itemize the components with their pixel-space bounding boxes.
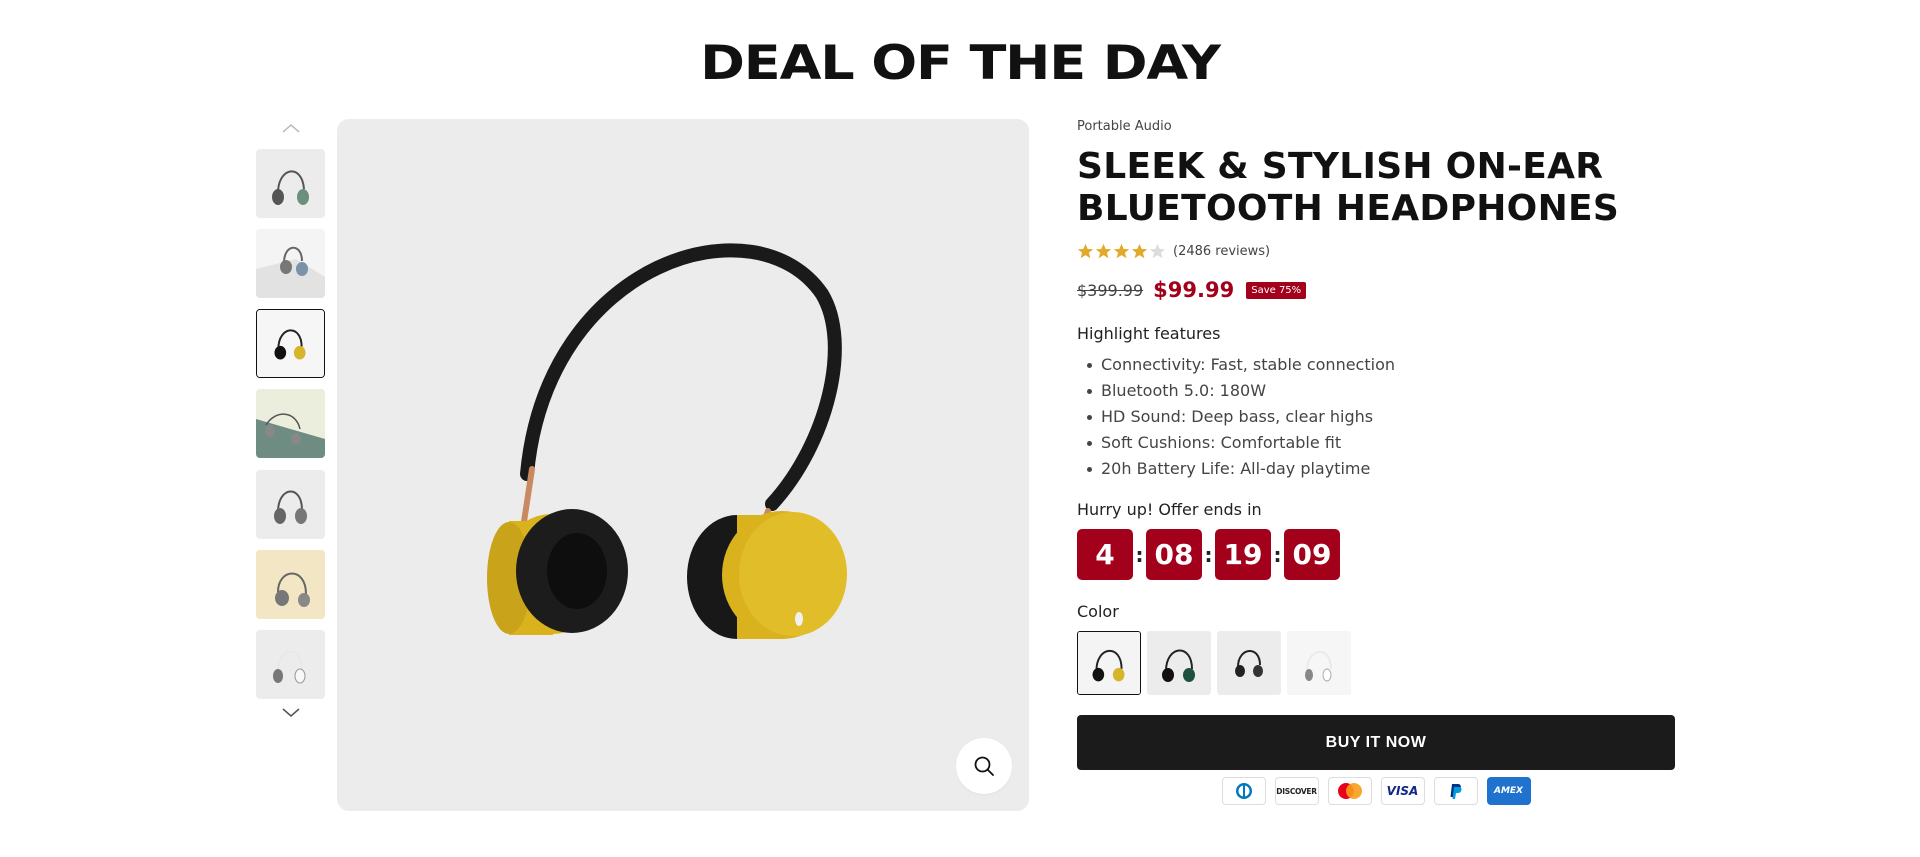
countdown-minutes: 19 <box>1215 529 1271 580</box>
rating-stars <box>1077 243 1167 260</box>
amex-label: AMEX <box>1493 786 1523 796</box>
thumbnail-4[interactable] <box>256 389 325 458</box>
features-list: Connectivity: Fast, stable connection Bl… <box>1087 352 1675 482</box>
deal-of-the-day-section: DEAL OF THE DAY Portable Audio SLEEK & S… <box>0 0 1920 857</box>
buy-it-now-button[interactable]: BUY IT NOW <box>1077 715 1675 770</box>
countdown-separator: : <box>1273 542 1282 567</box>
product-vendor[interactable]: Portable Audio <box>1077 119 1675 134</box>
star-icon <box>1113 243 1130 258</box>
visa-label: VISA <box>1386 784 1419 798</box>
payment-icons: DISCOVER VISA AMEX <box>1077 777 1675 805</box>
countdown-label: Hurry up! Offer ends in <box>1077 500 1262 519</box>
countdown-days: 4 <box>1077 529 1133 580</box>
countdown-seconds: 09 <box>1284 529 1340 580</box>
thumbnail-7[interactable] <box>256 630 325 699</box>
countdown-separator: : <box>1204 542 1213 567</box>
sale-price: $99.99 <box>1153 278 1235 302</box>
section-title: DEAL OF THE DAY <box>700 36 1221 91</box>
review-count: (2486 reviews) <box>1173 243 1271 259</box>
search-icon <box>974 756 994 776</box>
product-info: Portable Audio SLEEK & STYLISH ON-EAR BL… <box>1077 119 1675 805</box>
feature-item: Bluetooth 5.0: 180W <box>1087 378 1675 404</box>
countdown-hours: 08 <box>1146 529 1202 580</box>
swatch-black[interactable] <box>1217 631 1281 695</box>
diners-club-icon <box>1221 777 1266 805</box>
chevron-up-icon[interactable] <box>280 121 302 135</box>
countdown-timer: 4 : 08 : 19 : 09 <box>1077 529 1675 580</box>
swatch-green[interactable] <box>1147 631 1211 695</box>
headphones-image <box>487 243 847 639</box>
discover-icon: DISCOVER <box>1274 777 1319 805</box>
features-heading: Highlight features <box>1077 324 1221 343</box>
star-icon <box>1077 243 1094 258</box>
paypal-icon <box>1433 777 1478 805</box>
compare-price: $399.99 <box>1077 280 1144 300</box>
color-label: Color <box>1077 602 1119 621</box>
save-badge: Save 75% <box>1246 281 1307 299</box>
amex-icon: AMEX <box>1486 777 1531 805</box>
star-icon <box>1131 243 1148 258</box>
thumbnail-1[interactable] <box>256 149 325 218</box>
color-swatches <box>1077 631 1675 695</box>
thumbnail-3[interactable] <box>256 309 325 378</box>
star-empty-icon <box>1149 243 1166 258</box>
thumbnail-2[interactable] <box>256 229 325 298</box>
countdown-separator: : <box>1135 542 1144 567</box>
product-rating[interactable]: (2486 reviews) <box>1077 242 1675 260</box>
feature-item: HD Sound: Deep bass, clear highs <box>1087 404 1675 430</box>
main-product-image[interactable] <box>337 119 1029 811</box>
chevron-down-icon[interactable] <box>280 706 302 720</box>
swatch-white[interactable] <box>1287 631 1351 695</box>
thumbnail-5[interactable] <box>256 470 325 539</box>
product-title: SLEEK & STYLISH ON-EAR BLUETOOTH HEADPHO… <box>1077 146 1675 230</box>
swatch-yellow[interactable] <box>1077 631 1141 695</box>
feature-item: Connectivity: Fast, stable connection <box>1087 352 1675 378</box>
product-title-line2: BLUETOOTH HEADPHONES <box>1077 188 1620 229</box>
thumbnail-6[interactable] <box>256 550 325 619</box>
product-title-line1: SLEEK & STYLISH ON-EAR <box>1077 146 1604 187</box>
feature-item: Soft Cushions: Comfortable fit <box>1087 430 1675 456</box>
feature-item: 20h Battery Life: All-day playtime <box>1087 456 1675 482</box>
star-icon <box>1095 243 1112 258</box>
visa-icon: VISA <box>1380 777 1425 805</box>
mastercard-icon <box>1327 777 1372 805</box>
zoom-button[interactable] <box>956 738 1012 794</box>
price-row: $399.99 $99.99 Save 75% <box>1077 278 1675 302</box>
discover-label: DISCOVER <box>1276 786 1317 796</box>
